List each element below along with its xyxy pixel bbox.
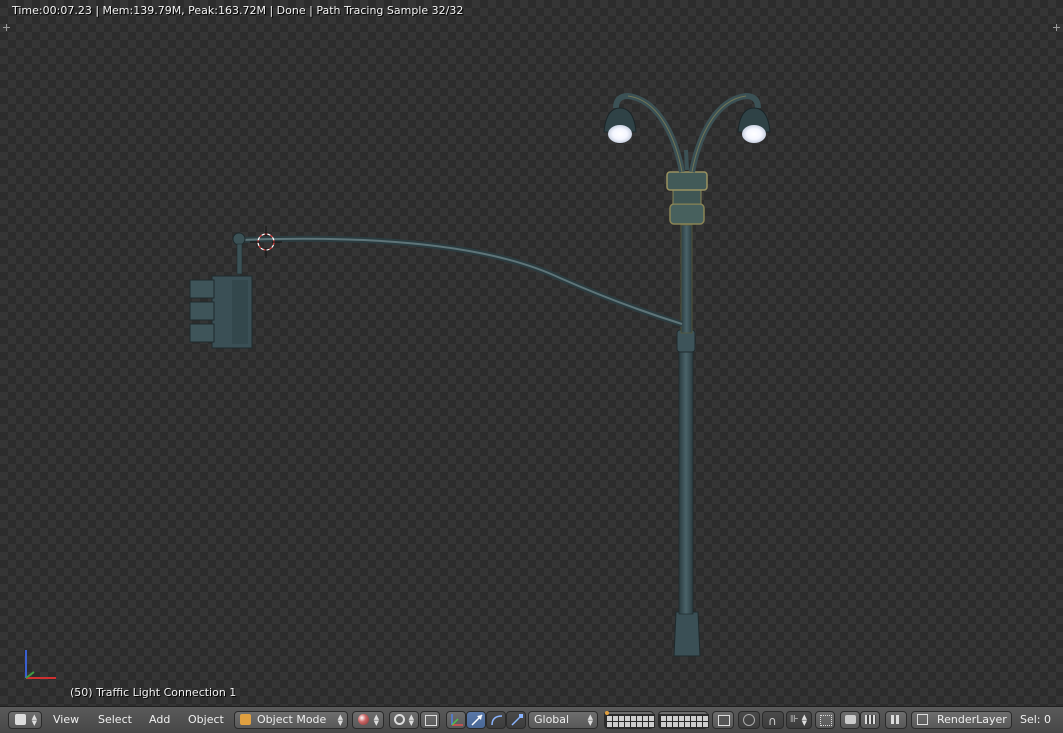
active-layer-dot-icon xyxy=(605,711,609,715)
traffic-light-mast-arm[interactable] xyxy=(232,232,683,327)
editor-type-button[interactable]: ▲ ▼ xyxy=(8,711,42,729)
street-lamp-pole[interactable] xyxy=(603,92,771,657)
lamp-light-right xyxy=(742,125,766,143)
editor-type-cube-icon xyxy=(15,714,26,725)
dropdown-arrows-icon: ▲ ▼ xyxy=(337,713,343,727)
dropdown-arrows-icon: ▲ ▼ xyxy=(373,713,379,727)
active-object-label: (50) Traffic Light Connection 1 xyxy=(70,686,237,699)
dropdown-arrows-icon: ▲ ▼ xyxy=(31,713,37,727)
snap-increment-icon: ⊪ xyxy=(790,714,799,725)
pause-icon xyxy=(891,715,894,724)
axis-gizmo-icon xyxy=(25,650,56,679)
translate-arrow-icon xyxy=(471,714,483,726)
render-animation-button[interactable] xyxy=(860,711,880,729)
render-clapper-icon xyxy=(865,715,876,724)
manipulator-center-icon xyxy=(425,715,437,726)
object-cube-icon xyxy=(240,714,251,725)
snap-magnet-icon: ∩ xyxy=(768,714,777,728)
lamp-light-left xyxy=(608,125,632,143)
scene-layers-group-1[interactable] xyxy=(604,711,655,729)
viewport-shading-button[interactable]: ▲ ▼ xyxy=(352,711,384,729)
layers-grid-icon[interactable] xyxy=(659,714,709,728)
mode-label: Object Mode xyxy=(257,713,327,726)
local-view-button[interactable] xyxy=(885,711,907,729)
menu-select[interactable]: Select xyxy=(98,713,132,727)
layers-grid-icon[interactable] xyxy=(605,714,655,728)
rotate-arc-icon xyxy=(491,715,503,726)
transform-orientation-selector[interactable]: Global ▲ ▼ xyxy=(528,711,598,729)
render-layer-label: RenderLayer xyxy=(937,713,1007,726)
scale-manipulator-button[interactable] xyxy=(506,711,526,729)
manipulator-toggle-button[interactable] xyxy=(446,711,466,729)
mode-selector[interactable]: Object Mode ▲ ▼ xyxy=(234,711,348,729)
proportional-edit-button[interactable] xyxy=(738,711,760,729)
orientation-label: Global xyxy=(534,713,570,726)
pivot-align-button[interactable] xyxy=(420,711,440,729)
snap-element-button[interactable]: ⊪ ▲ ▼ xyxy=(786,711,812,729)
manipulator-axes-icon xyxy=(451,714,463,726)
rotate-manipulator-button[interactable] xyxy=(486,711,506,729)
proportional-edit-icon xyxy=(743,714,755,726)
menu-add[interactable]: Add xyxy=(149,713,170,727)
scene-layers-group-2[interactable] xyxy=(658,711,709,729)
shading-sphere-icon xyxy=(358,714,369,725)
dropdown-arrows-icon: ▲ ▼ xyxy=(587,713,593,727)
dropdown-arrows-icon: ▲ ▼ xyxy=(801,713,807,727)
3d-view-header: ▲ ▼ View Select Add Object Object Mode ▲ ▼… xyxy=(0,706,1063,733)
render-layer-icon xyxy=(917,714,928,725)
dropdown-arrows-icon: ▲ ▼ xyxy=(408,713,414,727)
lock-layers-button[interactable] xyxy=(712,711,734,729)
render-layer-selector[interactable]: RenderLayer xyxy=(911,711,1012,729)
menu-object[interactable]: Object xyxy=(188,713,224,727)
snap-target-icon xyxy=(820,715,832,726)
selection-count: Sel: 0 xyxy=(1020,713,1052,726)
render-image-button[interactable] xyxy=(840,711,860,729)
3d-viewport[interactable]: Time:00:07.23 | Mem:139.79M, Peak:163.72… xyxy=(0,0,1063,706)
menu-view[interactable]: View xyxy=(53,713,79,727)
pivot-point-button[interactable]: ▲ ▼ xyxy=(389,711,419,729)
scale-icon xyxy=(511,714,523,726)
rendered-scene xyxy=(25,92,771,679)
snap-toggle-button[interactable]: ∩ xyxy=(762,711,784,729)
traffic-signal-head[interactable] xyxy=(189,275,253,349)
translate-manipulator-button[interactable] xyxy=(466,711,486,729)
render-camera-icon xyxy=(845,715,856,724)
snap-target-button[interactable] xyxy=(815,711,835,729)
lock-camera-icon xyxy=(718,715,730,726)
pivot-icon xyxy=(394,714,405,725)
